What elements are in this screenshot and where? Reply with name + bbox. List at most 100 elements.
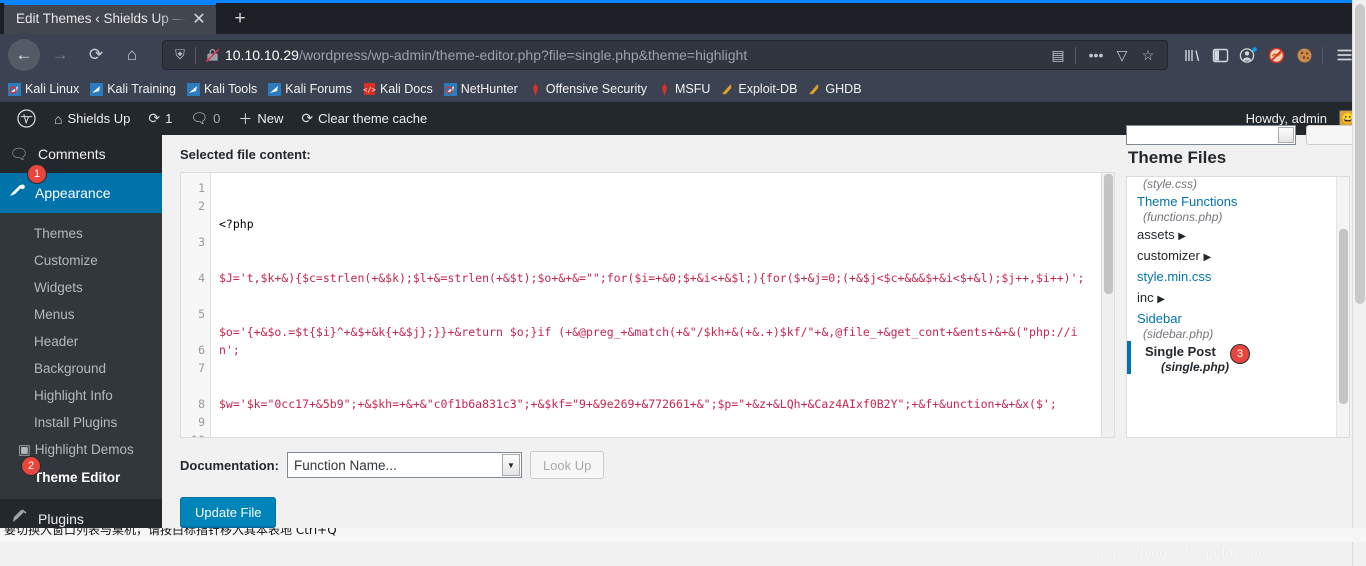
sidebar-item-widgets[interactable]: Widgets <box>0 274 162 301</box>
code-line: <?php <box>219 217 254 231</box>
bookmark-msfu[interactable]: MSFU <box>658 82 710 96</box>
page-actions-icon[interactable]: ••• <box>1083 47 1109 63</box>
page-scrollbar-thumb[interactable] <box>1355 4 1365 304</box>
code-text-area[interactable]: <?php $J='t,$k+&){$c=strlen(+&$k);$l+&=s… <box>211 173 1101 437</box>
theme-file-subname: (sidebar.php) <box>1143 327 1214 341</box>
bookmark-label: MSFU <box>674 82 711 96</box>
theme-file-name[interactable]: Sidebar <box>1127 308 1336 329</box>
sidebar-item-themes[interactable]: Themes <box>0 220 162 247</box>
sidebar-item-install-plugins[interactable]: Install Plugins <box>0 409 162 436</box>
reload-icon[interactable]: ⟳ <box>80 39 112 71</box>
comment-bubble-icon: 🗨 <box>190 110 209 126</box>
theme-dir-inc[interactable]: inc ▶ <box>1127 287 1336 308</box>
bookmark-exploit-db[interactable]: Exploit-DB <box>721 82 797 96</box>
bookmark-kali-linux[interactable]: Kali Linux <box>8 82 79 96</box>
howdy-label: Howdy, admin <box>1245 111 1327 126</box>
theme-file-entry[interactable]: Sidebar (sidebar.php) <box>1127 308 1336 341</box>
theme-files-scrollbar[interactable] <box>1336 177 1349 437</box>
cookie-icon[interactable] <box>1290 40 1318 70</box>
sidebar-item-menus[interactable]: Menus <box>0 301 162 328</box>
bookmark-kali-docs[interactable]: </> Kali Docs <box>363 82 433 96</box>
update-file-button[interactable]: Update File <box>180 497 277 527</box>
sidebar-item-label: Appearance <box>35 185 111 201</box>
line-number: 3 <box>198 235 205 249</box>
sidebar-item-comments[interactable]: 🗨 Comments <box>0 135 162 173</box>
documentation-label: Documentation: <box>180 457 279 473</box>
line-number: 8 <box>198 397 205 411</box>
editor-scrollbar-thumb[interactable] <box>1104 174 1113 294</box>
site-name-label: Shields Up <box>67 111 131 126</box>
url-path: /wordpress/wp-admin/theme-editor.php?fil… <box>298 47 748 63</box>
divider <box>195 46 196 64</box>
bookmark-offensive-security[interactable]: Offensive Security <box>529 82 647 96</box>
forward-icon[interactable]: → <box>44 39 76 71</box>
partial-button-above[interactable] <box>1306 125 1358 145</box>
noscript-icon[interactable] <box>1262 40 1290 70</box>
reader-mode-icon[interactable]: ▤ <box>1045 47 1071 64</box>
theme-file-entry[interactable]: Theme Functions (functions.php) <box>1127 191 1336 224</box>
theme-files-scrollbar-thumb[interactable] <box>1339 229 1348 404</box>
close-icon[interactable]: ✕ <box>188 8 210 30</box>
chevron-right-icon: ▶ <box>1203 252 1212 263</box>
line-number: 9 <box>198 415 205 429</box>
new-content-menu[interactable]: ＋ New <box>229 102 292 135</box>
kali-docs-icon: </> <box>363 82 376 96</box>
theme-file-style-min-css[interactable]: style.min.css <box>1127 266 1336 287</box>
library-icon[interactable] <box>1178 40 1206 70</box>
clear-theme-cache-menu[interactable]: ⟳ Clear theme cache <box>292 102 436 135</box>
code-editor[interactable]: 1 2 3 4 5 6 7 8 9 10 <?php $J='t,$k+&){$… <box>180 172 1115 438</box>
documentation-select[interactable]: Function Name... ▼ <box>286 452 522 478</box>
back-icon[interactable]: ← <box>8 39 40 71</box>
theme-dir-customizer[interactable]: customizer ▶ <box>1127 245 1336 266</box>
theme-dir-assets[interactable]: assets ▶ <box>1127 224 1336 245</box>
theme-files-panel: Theme Files (style.css) Theme Functions … <box>1120 125 1366 528</box>
bookmark-kali-training[interactable]: Kali Training <box>90 82 176 96</box>
update-icon: ⟳ <box>148 110 161 126</box>
sidebar-item-header[interactable]: Header <box>0 328 162 355</box>
chevron-right-icon: ▶ <box>1178 231 1186 242</box>
site-name-menu[interactable]: ⌂ Shields Up <box>45 102 139 135</box>
account-icon[interactable] <box>1234 40 1262 70</box>
sidebar-item-label: Plugins <box>38 510 84 527</box>
comments-count: 0 <box>213 111 221 126</box>
theme-files-list: (style.css) Theme Functions (functions.p… <box>1127 177 1336 437</box>
watermark: https://blog.csdn.net/rpsate <box>1096 544 1270 560</box>
insecure-lock-icon[interactable] <box>203 48 221 63</box>
chevron-down-icon[interactable] <box>1278 127 1294 143</box>
annotation-badge-2: 2 <box>22 457 40 475</box>
theme-file-entry-current[interactable]: Single Post (single.php) 3 <box>1127 341 1336 374</box>
bottom-status-strip: 要切换入窗口列表与桌机，请按白标指针移入其本表地 Ctrl+Q <box>0 528 1366 542</box>
url-text[interactable]: 10.10.10.29/wordpress/wp-admin/theme-edi… <box>225 47 1045 63</box>
bookmarks-bar: Kali Linux Kali Training Kali Tools Kali… <box>0 76 1366 102</box>
line-number: 6 <box>198 343 205 357</box>
updates-menu[interactable]: ⟳ 1 <box>139 102 181 135</box>
sidebar-item-customize[interactable]: Customize <box>0 247 162 274</box>
shield-icon[interactable]: ⛨ <box>169 47 191 63</box>
sidebar-item-appearance[interactable]: Appearance <box>0 173 162 213</box>
kali-dragon-icon <box>268 82 282 96</box>
bookmark-kali-tools[interactable]: Kali Tools <box>187 82 257 96</box>
chevron-down-icon[interactable]: ▼ <box>501 454 520 476</box>
bookmark-nethunter[interactable]: NetHunter <box>443 82 518 96</box>
comments-menu[interactable]: 🗨 0 <box>181 102 229 135</box>
bookmark-kali-forums[interactable]: Kali Forums <box>268 82 352 96</box>
page-scrollbar[interactable] <box>1352 0 1366 566</box>
bookmark-star-icon[interactable]: ☆ <box>1135 47 1161 64</box>
kali-dragon-icon <box>443 82 457 96</box>
sidebar-item-background[interactable]: Background <box>0 355 162 382</box>
sidebar-icon[interactable] <box>1206 40 1234 70</box>
partial-select-above[interactable] <box>1126 125 1296 145</box>
sidebar-item-highlight-info[interactable]: Highlight Info <box>0 382 162 409</box>
editor-scrollbar[interactable] <box>1101 173 1114 437</box>
new-tab-icon[interactable]: + <box>224 3 256 34</box>
browser-tab[interactable]: Edit Themes ‹ Shields Up — ✕ <box>4 3 216 34</box>
bookmark-ghdb[interactable]: GHDB <box>808 82 862 96</box>
theme-file-name[interactable]: Theme Functions <box>1127 191 1336 212</box>
home-icon[interactable]: ⌂ <box>116 39 148 71</box>
appearance-submenu: Themes Customize Widgets Menus Header Ba… <box>0 213 162 499</box>
theme-file-subname[interactable]: (style.css) <box>1127 177 1336 191</box>
pocket-icon[interactable]: ▽ <box>1109 47 1135 64</box>
wordpress-logo-icon[interactable] <box>8 102 45 135</box>
url-bar[interactable]: ⛨ 10.10.10.29/wordpress/wp-admin/theme-e… <box>162 40 1168 70</box>
look-up-button[interactable]: Look Up <box>529 451 605 479</box>
